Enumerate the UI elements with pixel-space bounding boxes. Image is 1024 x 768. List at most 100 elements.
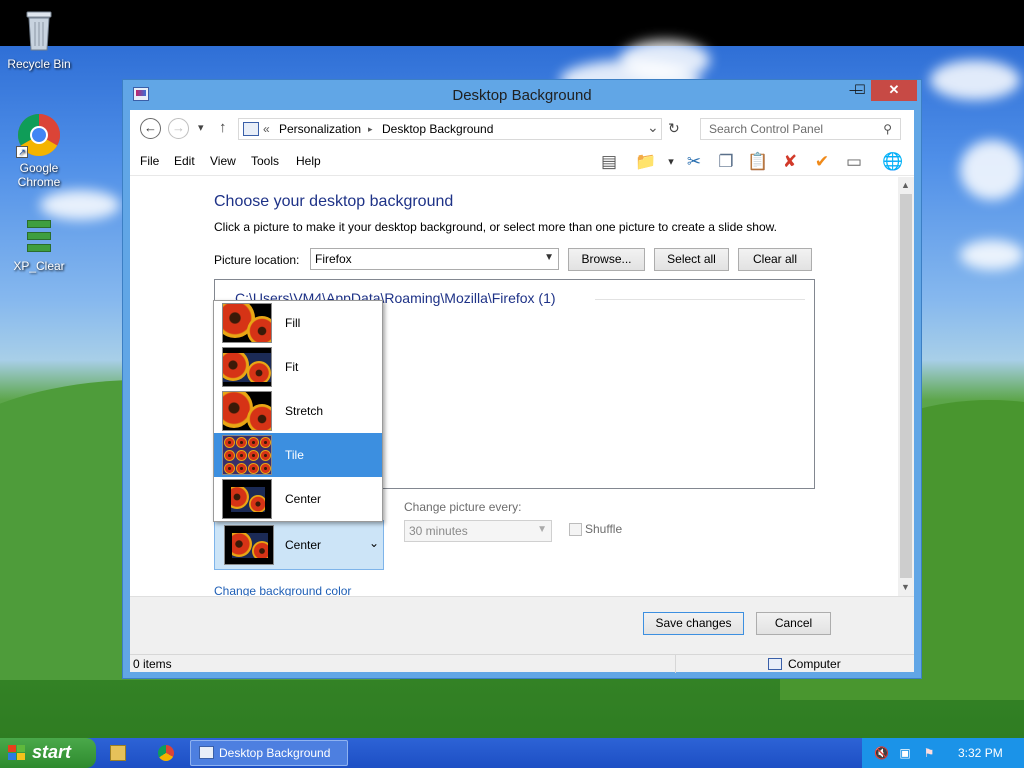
start-label: start bbox=[32, 742, 72, 762]
taskbar: start Desktop Background 🔇 ▣ ⚑ 3:32 PM bbox=[0, 738, 1024, 768]
volume-muted-icon[interactable]: 🔇 bbox=[874, 746, 889, 760]
change-picture-label: Change picture every: bbox=[404, 500, 522, 514]
page-description: Click a picture to make it your desktop … bbox=[214, 220, 777, 234]
search-placeholder: Search Control Panel bbox=[709, 122, 824, 136]
picture-position-select[interactable]: Center ⌄ bbox=[214, 520, 384, 570]
dropdown-option-label: Center bbox=[285, 492, 322, 506]
change-background-color-link[interactable]: Change background color bbox=[214, 584, 351, 596]
computer-icon bbox=[768, 658, 782, 670]
shuffle-checkbox[interactable] bbox=[569, 523, 582, 536]
personalization-icon bbox=[199, 746, 214, 759]
menu-bar: File Edit View Tools Help ▤ 📁 ▾ ✂ ❐ 📋 ✘ … bbox=[130, 148, 914, 176]
search-icon[interactable]: ⚲ bbox=[883, 122, 892, 136]
center-option-thumbnail bbox=[222, 479, 272, 519]
copy-icon[interactable]: ❐ bbox=[715, 151, 737, 173]
dropdown-option-fit[interactable]: Fit bbox=[214, 345, 382, 389]
picture-location-value: Firefox bbox=[315, 252, 352, 266]
picture-position-value: Center bbox=[285, 538, 322, 552]
layout-icon[interactable]: ▤ bbox=[598, 151, 620, 173]
breadcrumb-separator-icon[interactable]: ▸ bbox=[368, 124, 373, 135]
desktop-icon-google-chrome[interactable]: ↗ Google Chrome bbox=[0, 112, 78, 189]
scroll-thumb[interactable] bbox=[900, 194, 912, 578]
system-tray: 🔇 ▣ ⚑ 3:32 PM bbox=[862, 738, 1024, 768]
dropdown-icon[interactable]: ▾ bbox=[660, 151, 682, 173]
taskbar-window-desktop-background[interactable]: Desktop Background bbox=[190, 740, 348, 766]
picture-position-dropdown: Fill Fit Stretch Tile Center bbox=[213, 300, 383, 522]
desktop-icon-label: Google Chrome bbox=[17, 161, 61, 189]
tile-thumbnail bbox=[222, 435, 272, 475]
up-button[interactable]: ↑ bbox=[219, 119, 227, 136]
shuffle-label: Shuffle bbox=[585, 522, 623, 536]
cancel-button[interactable]: Cancel bbox=[756, 612, 831, 635]
dropdown-option-center[interactable]: Center bbox=[214, 477, 382, 521]
status-bar: 0 items Computer bbox=[130, 654, 914, 673]
breadcrumb-desktop-background[interactable]: Desktop Background bbox=[382, 122, 493, 136]
scroll-down-icon[interactable]: ▼ bbox=[901, 582, 910, 592]
dialog-footer: Save changes Cancel bbox=[130, 596, 914, 654]
xp-clear-icon bbox=[23, 216, 55, 256]
dropdown-option-tile[interactable]: Tile bbox=[214, 433, 382, 477]
taskbar-window-label: Desktop Background bbox=[219, 746, 331, 760]
menu-help[interactable]: Help bbox=[296, 154, 321, 168]
paste-icon[interactable]: 📋 bbox=[747, 151, 769, 173]
check-icon[interactable]: ✔ bbox=[811, 151, 833, 173]
menu-file[interactable]: File bbox=[140, 154, 159, 168]
dropdown-option-label: Fit bbox=[285, 360, 299, 374]
desktop-icon-recycle-bin[interactable]: Recycle Bin bbox=[0, 6, 78, 71]
start-button[interactable]: start bbox=[0, 738, 96, 768]
breadcrumb-personalization[interactable]: Personalization bbox=[279, 122, 361, 136]
windows-flag-icon bbox=[8, 745, 26, 761]
globe-icon[interactable]: 🌐 bbox=[882, 151, 904, 173]
chevron-down-icon: ▼ bbox=[537, 524, 547, 535]
address-history-dropdown[interactable]: ⌄ bbox=[647, 119, 659, 136]
vertical-scrollbar[interactable]: ▲ ▼ bbox=[898, 177, 914, 596]
maximize-button[interactable]: ☐ bbox=[847, 80, 873, 101]
picture-location-label: Picture location: bbox=[214, 253, 300, 267]
dropdown-option-fill[interactable]: Fill bbox=[214, 301, 382, 345]
scroll-up-icon[interactable]: ▲ bbox=[901, 180, 910, 190]
rename-icon[interactable]: ▭ bbox=[843, 151, 865, 173]
recent-pages-button[interactable]: ▾ bbox=[198, 121, 204, 134]
menu-view[interactable]: View bbox=[210, 154, 236, 168]
change-picture-interval-select[interactable]: 30 minutes ▼ bbox=[404, 520, 552, 542]
group-divider bbox=[595, 299, 805, 300]
address-bar[interactable]: « Personalization ▸ Desktop Background ⌄ bbox=[238, 118, 662, 140]
search-input[interactable]: Search Control Panel ⚲ bbox=[700, 118, 901, 140]
cut-icon[interactable]: ✂ bbox=[683, 151, 705, 173]
select-all-button[interactable]: Select all bbox=[654, 248, 729, 271]
chrome-taskbar-icon[interactable] bbox=[158, 745, 174, 761]
forward-button[interactable]: → bbox=[168, 118, 189, 139]
network-icon[interactable]: ▣ bbox=[898, 746, 912, 760]
item-count: 0 items bbox=[133, 657, 172, 671]
close-button[interactable]: ✕ bbox=[871, 80, 917, 101]
page-title: Choose your desktop background bbox=[214, 193, 454, 210]
desktop-icon-label: Recycle Bin bbox=[7, 57, 71, 71]
clock[interactable]: 3:32 PM bbox=[958, 746, 1003, 760]
browse-button[interactable]: Browse... bbox=[568, 248, 645, 271]
chrome-icon: ↗ bbox=[16, 112, 62, 158]
clear-all-button[interactable]: Clear all bbox=[738, 248, 812, 271]
recycle-bin-icon bbox=[22, 6, 56, 54]
picture-location-select[interactable]: Firefox ▼ bbox=[310, 248, 559, 270]
dropdown-option-label: Tile bbox=[285, 448, 304, 462]
back-button[interactable]: ← bbox=[140, 118, 161, 139]
save-changes-button[interactable]: Save changes bbox=[643, 612, 744, 635]
control-panel-icon bbox=[243, 122, 259, 136]
dropdown-option-label: Stretch bbox=[285, 404, 324, 418]
file-explorer-icon[interactable] bbox=[110, 745, 126, 761]
change-picture-interval-value: 30 minutes bbox=[409, 524, 468, 538]
fit-thumbnail bbox=[222, 347, 272, 387]
folder-check-icon[interactable]: 📁 bbox=[635, 151, 657, 173]
status-divider bbox=[675, 655, 676, 673]
address-overflow[interactable]: « bbox=[263, 122, 270, 136]
delete-icon[interactable]: ✘ bbox=[779, 151, 801, 173]
refresh-button[interactable]: ↻ bbox=[668, 120, 680, 137]
dropdown-option-stretch[interactable]: Stretch bbox=[214, 389, 382, 433]
title-bar[interactable]: Desktop Background — ✕ bbox=[123, 80, 921, 110]
menu-edit[interactable]: Edit bbox=[174, 154, 195, 168]
window-title: Desktop Background bbox=[452, 87, 592, 104]
desktop-icon-xp-clear[interactable]: XP_Clear bbox=[0, 216, 78, 273]
address-row: ← → ▾ ↑ « Personalization ▸ Desktop Back… bbox=[130, 110, 914, 148]
action-center-icon[interactable]: ⚑ bbox=[922, 746, 936, 760]
menu-tools[interactable]: Tools bbox=[251, 154, 279, 168]
